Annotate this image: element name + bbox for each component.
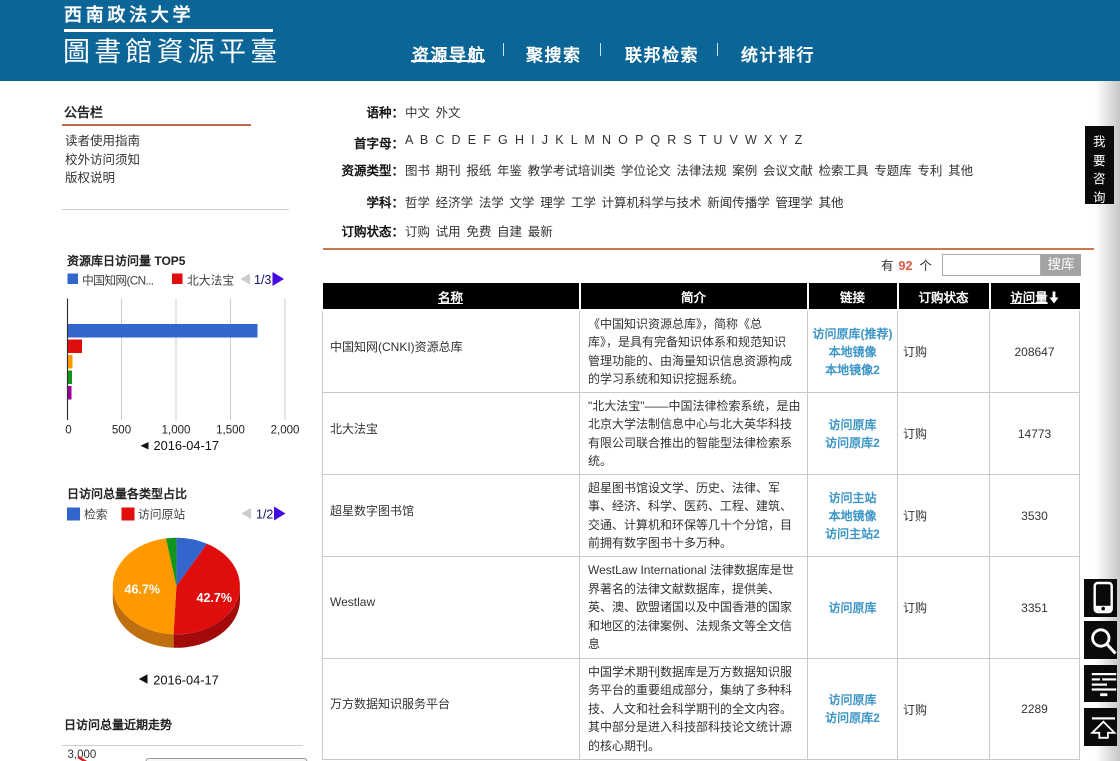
svg-text:北大法宝: 北大法宝 <box>187 274 234 288</box>
svg-text:0: 0 <box>65 425 71 437</box>
svg-text:1/3: 1/3 <box>254 273 271 287</box>
svg-text:46.7%: 46.7% <box>125 583 160 597</box>
svg-text:500: 500 <box>112 425 131 437</box>
svg-text:1,000: 1,000 <box>162 425 191 437</box>
svg-text:中国知网(CN...: 中国知网(CN... <box>82 274 154 288</box>
svg-text:访问原站: 访问原站 <box>138 508 185 522</box>
svg-text:42.7%: 42.7% <box>197 591 232 605</box>
svg-text:2,000: 2,000 <box>271 425 300 437</box>
svg-text:1,500: 1,500 <box>216 425 245 437</box>
svg-text:检索: 检索 <box>84 508 108 522</box>
svg-text:2016-04-17: 2016-04-17 <box>154 438 219 453</box>
svg-text:1/2: 1/2 <box>256 508 273 522</box>
svg-text:2016-04-17: 2016-04-17 <box>153 673 218 688</box>
